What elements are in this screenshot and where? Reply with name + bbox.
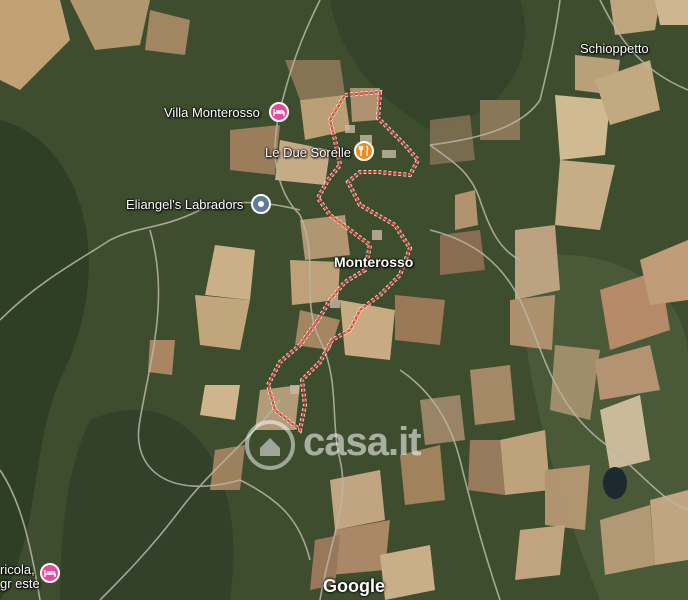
- watermark-text: casa.it: [303, 420, 422, 464]
- bed-icon[interactable]: [269, 102, 289, 122]
- watermark-logo: [245, 420, 295, 470]
- google-attribution: Google: [323, 576, 385, 596]
- town-label[interactable]: Monterosso: [334, 254, 413, 270]
- location-dot-icon[interactable]: [251, 194, 271, 214]
- business-label[interactable]: Eliangel's Labradors: [126, 197, 243, 212]
- village-label[interactable]: Schioppetto: [580, 41, 649, 56]
- agri-label-line1[interactable]: ricola,: [0, 562, 35, 577]
- agri-label-line2[interactable]: gr este: [0, 576, 40, 591]
- hotel-label[interactable]: Villa Monterosso: [164, 105, 260, 120]
- bed-icon[interactable]: [40, 563, 60, 583]
- fork-knife-icon[interactable]: [354, 141, 374, 161]
- satellite-map[interactable]: Villa Monterosso Le Due Sorelle Eliangel…: [0, 0, 688, 600]
- satellite-terrain: [0, 0, 688, 600]
- restaurant-label[interactable]: Le Due Sorelle: [265, 145, 351, 160]
